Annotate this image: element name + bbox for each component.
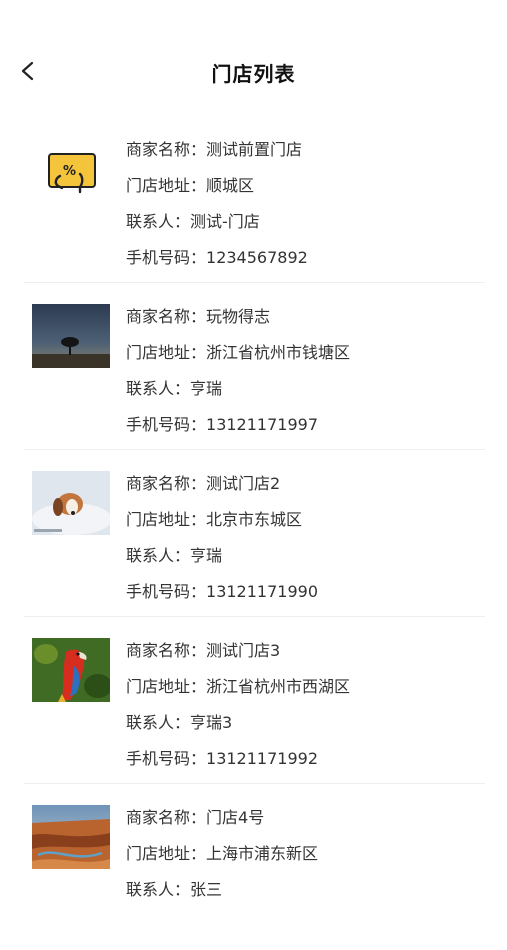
address-label: 门店地址：: [126, 176, 207, 195]
store-contact: 测试-门店: [190, 212, 260, 231]
tree-night-sky-photo: [32, 304, 110, 368]
store-name-row: 商家名称：测试门店3: [126, 637, 350, 673]
store-contact: 张三: [190, 880, 223, 899]
name-label: 商家名称：: [126, 307, 207, 326]
store-card[interactable]: 商家名称：玩物得志 门店地址：浙江省杭州市钱塘区 联系人：亨瑞 手机号码：131…: [24, 283, 485, 450]
store-thumbnail: [32, 471, 110, 535]
store-name: 玩物得志: [206, 307, 271, 326]
store-address-row: 门店地址：浙江省杭州市钱塘区: [126, 339, 350, 375]
address-label: 门店地址：: [126, 677, 207, 696]
store-thumbnail: [32, 304, 110, 368]
store-phone-row: 手机号码：13121171997: [126, 411, 350, 447]
store-phone-row: 手机号码：1234567892: [126, 244, 308, 280]
store-name-row: 商家名称：测试前置门店: [126, 136, 308, 172]
store-phone: 13121171990: [206, 582, 318, 601]
contact-label: 联系人：: [126, 379, 191, 398]
page-title: 门店列表: [211, 62, 296, 86]
store-name: 测试门店3: [206, 641, 281, 660]
store-contact: 亨瑞: [190, 379, 223, 398]
discount-tag-icon: %: [48, 153, 96, 194]
navigation-bar: 门店列表: [0, 0, 507, 120]
store-phone: 13121171992: [206, 749, 318, 768]
contact-label: 联系人：: [126, 212, 191, 231]
contact-label: 联系人：: [126, 546, 191, 565]
store-contact-row: 联系人：亨瑞3: [126, 709, 350, 745]
store-address: 浙江省杭州市西湖区: [206, 677, 351, 696]
store-contact-row: 联系人：张三: [126, 876, 318, 912]
store-address-row: 门店地址：上海市浦东新区: [126, 840, 318, 876]
store-name-row: 商家名称：门店4号: [126, 804, 318, 840]
store-address-row: 门店地址：浙江省杭州市西湖区: [126, 673, 350, 709]
store-name: 门店4号: [206, 808, 265, 827]
parrot-photo: [32, 638, 110, 702]
store-thumbnail: %: [36, 138, 108, 210]
contact-label: 联系人：: [126, 880, 191, 899]
address-label: 门店地址：: [126, 343, 207, 362]
phone-label: 手机号码：: [126, 749, 207, 768]
store-phone-row: 手机号码：13121171992: [126, 745, 350, 781]
store-contact-row: 联系人：亨瑞: [126, 542, 318, 578]
store-address: 北京市东城区: [206, 510, 303, 529]
store-name: 测试门店2: [206, 474, 281, 493]
address-label: 门店地址：: [126, 844, 207, 863]
store-list: % 商家名称：测试前置门店 门店地址：顺城区 联系人：测试-门店 手机号码：12…: [0, 116, 507, 950]
store-name-row: 商家名称：测试门店2: [126, 470, 318, 506]
canyon-landscape-photo: [32, 805, 110, 869]
store-thumbnail: [32, 638, 110, 702]
contact-label: 联系人：: [126, 713, 191, 732]
name-label: 商家名称：: [126, 641, 207, 660]
store-contact: 亨瑞3: [190, 713, 233, 732]
store-address: 顺城区: [206, 176, 255, 195]
puppy-blanket-photo: [32, 471, 110, 535]
store-card[interactable]: 商家名称：测试门店3 门店地址：浙江省杭州市西湖区 联系人：亨瑞3 手机号码：1…: [24, 617, 485, 784]
phone-label: 手机号码：: [126, 582, 207, 601]
store-contact: 亨瑞: [190, 546, 223, 565]
store-name-row: 商家名称：玩物得志: [126, 303, 350, 339]
phone-label: 手机号码：: [126, 248, 207, 267]
store-phone-row: 手机号码：13121171990: [126, 578, 318, 614]
store-address-row: 门店地址：北京市东城区: [126, 506, 318, 542]
store-contact-row: 联系人：亨瑞: [126, 375, 350, 411]
store-phone: 1234567892: [206, 248, 308, 267]
store-card[interactable]: 商家名称：测试门店2 门店地址：北京市东城区 联系人：亨瑞 手机号码：13121…: [24, 450, 485, 617]
store-phone: 13121171997: [206, 415, 318, 434]
address-label: 门店地址：: [126, 510, 207, 529]
name-label: 商家名称：: [126, 474, 207, 493]
store-contact-row: 联系人：测试-门店: [126, 208, 308, 244]
store-card[interactable]: % 商家名称：测试前置门店 门店地址：顺城区 联系人：测试-门店 手机号码：12…: [24, 116, 485, 283]
svg-text:%: %: [63, 164, 76, 179]
name-label: 商家名称：: [126, 140, 207, 159]
name-label: 商家名称：: [126, 808, 207, 827]
store-address: 浙江省杭州市钱塘区: [206, 343, 351, 362]
store-name: 测试前置门店: [206, 140, 303, 159]
store-address: 上海市浦东新区: [206, 844, 319, 863]
store-thumbnail: [32, 805, 110, 869]
store-address-row: 门店地址：顺城区: [126, 172, 308, 208]
phone-label: 手机号码：: [126, 415, 207, 434]
store-card[interactable]: 商家名称：门店4号 门店地址：上海市浦东新区 联系人：张三: [24, 784, 485, 950]
